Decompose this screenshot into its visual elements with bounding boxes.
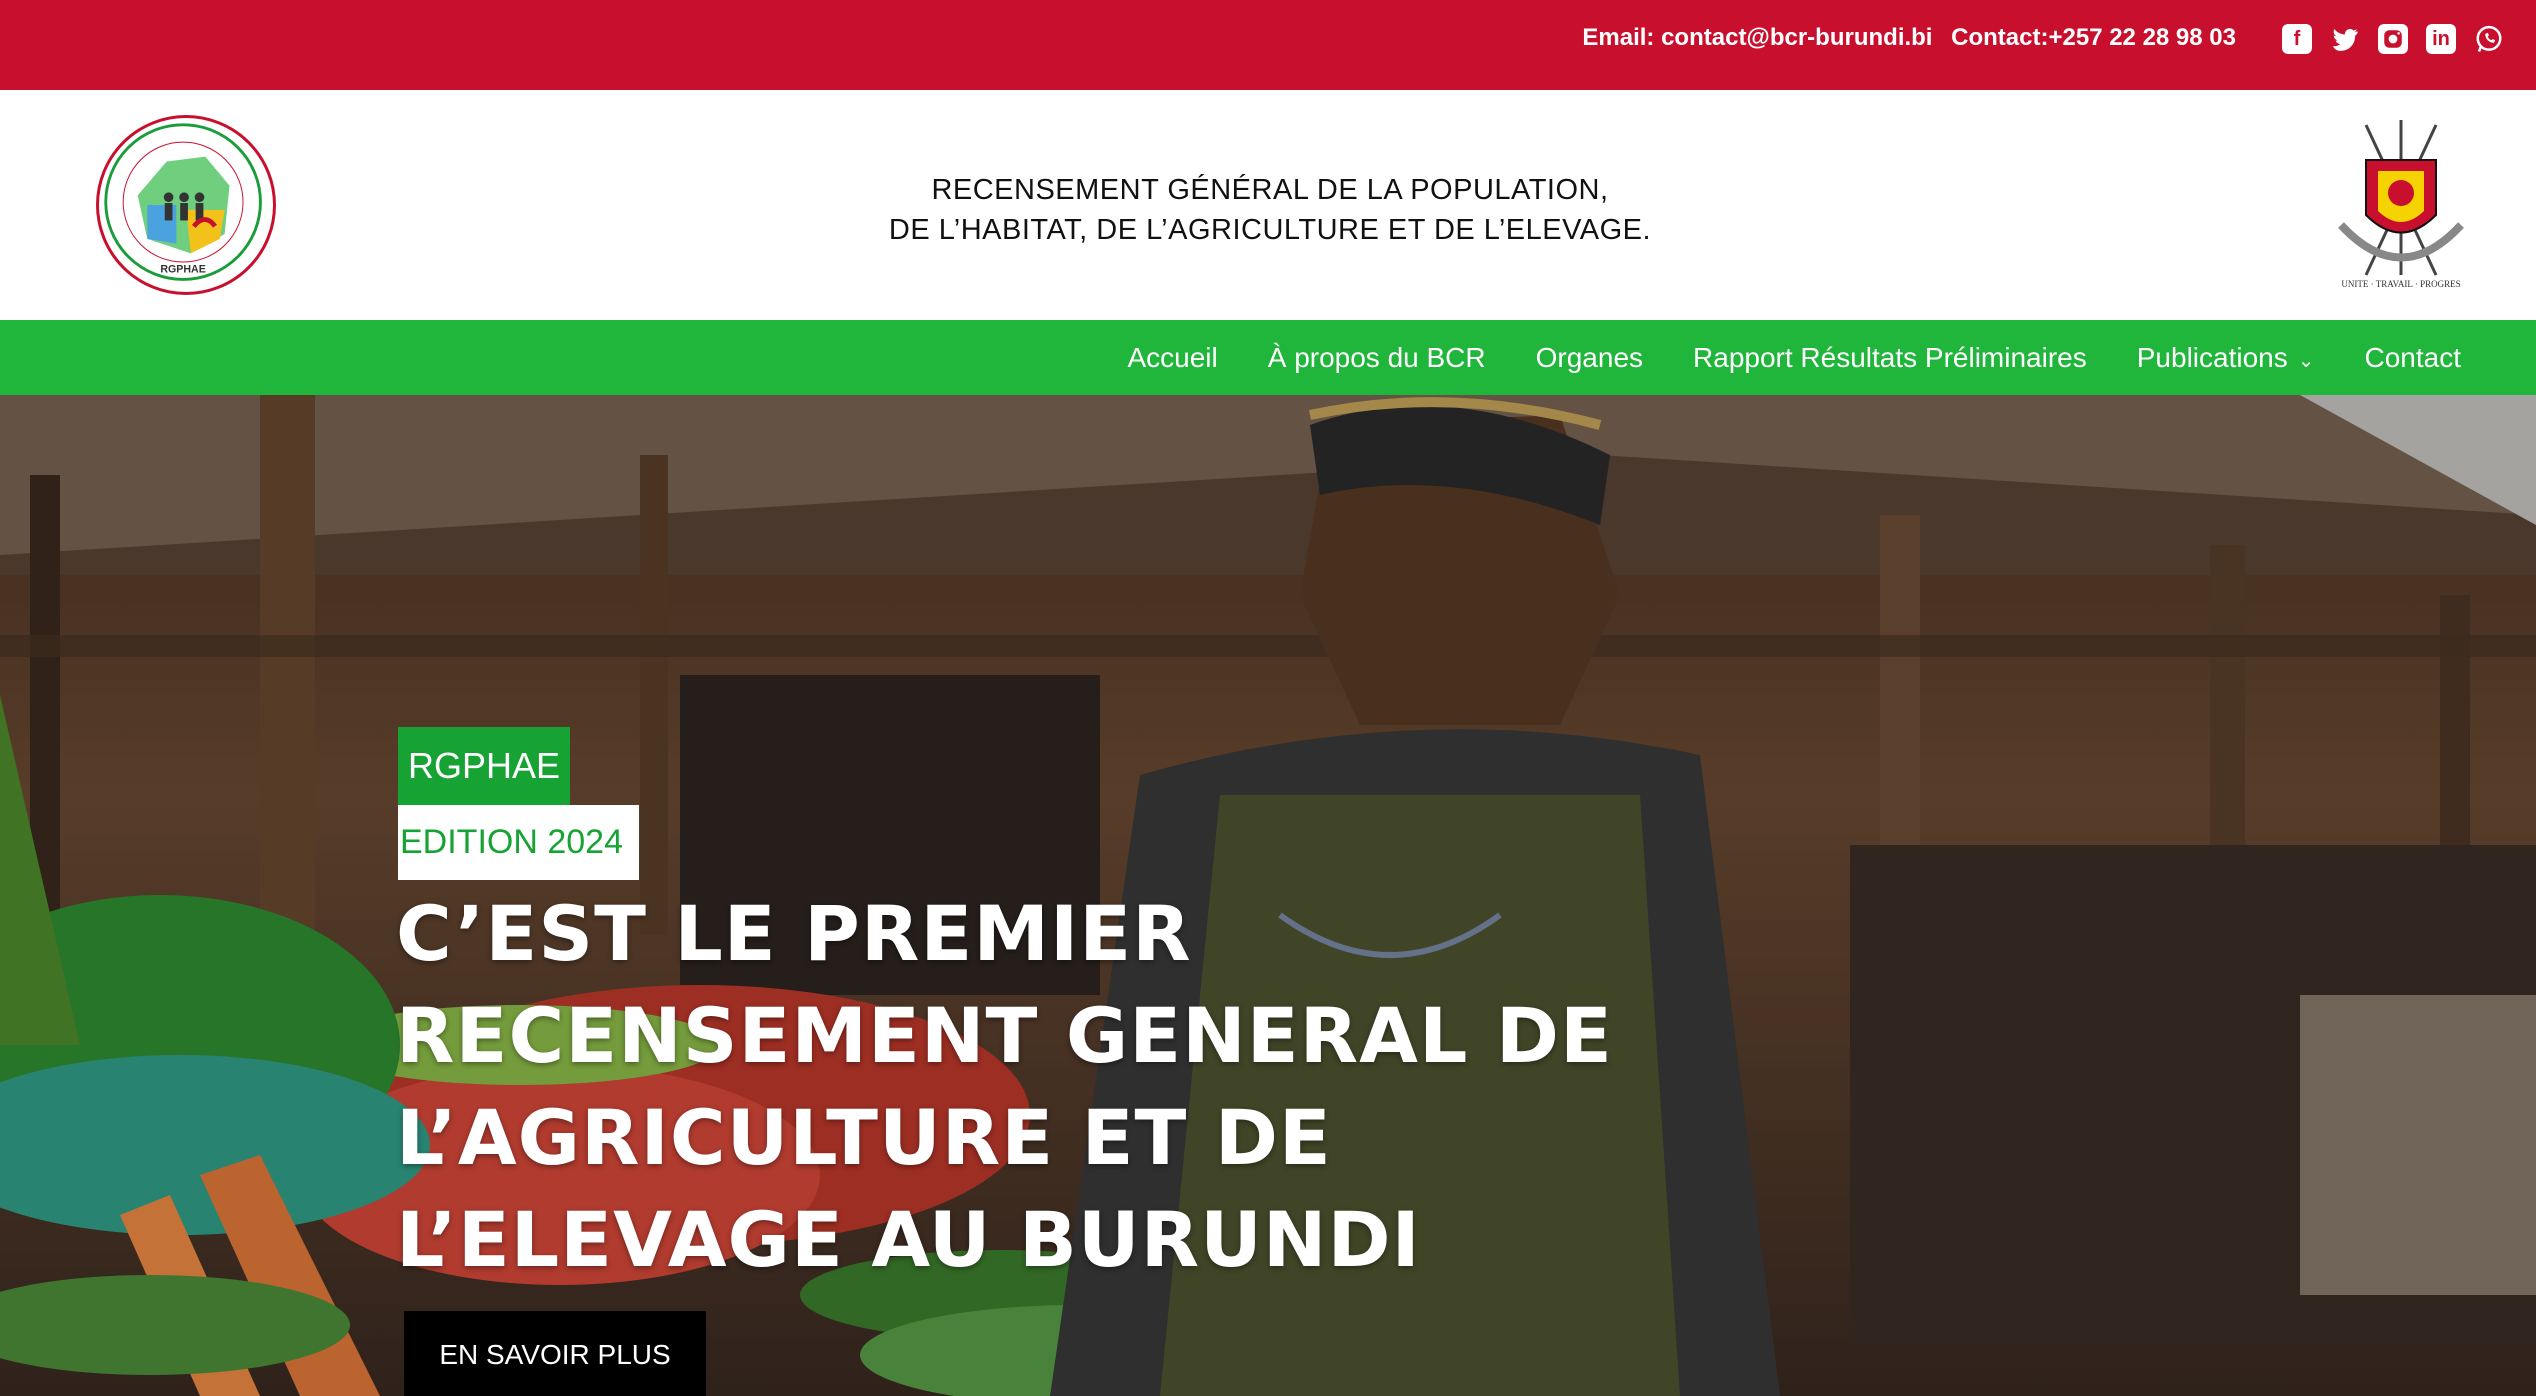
email-link[interactable]: Email: contact@bcr-burundi.bi xyxy=(1582,24,1932,51)
nav-item-publications-label: Publications xyxy=(2136,341,2288,373)
contact-info: Email: contact@bcr-burundi.bi Contact:+2… xyxy=(1570,24,2236,52)
linkedin-icon[interactable]: in xyxy=(2426,24,2456,54)
instagram-icon[interactable] xyxy=(2378,24,2408,54)
twitter-icon[interactable] xyxy=(2330,24,2360,54)
chevron-down-icon: ⌄ xyxy=(2297,349,2315,372)
hero-heading-line: C’EST LE PREMIER xyxy=(396,889,1192,978)
rgphae-logo[interactable]: RGPHAE xyxy=(96,115,276,295)
phone-link[interactable]: Contact:+257 22 28 98 03 xyxy=(1951,24,2236,51)
burundi-coat-of-arms[interactable]: UNITE · TRAVAIL · PROGRES xyxy=(2326,115,2476,295)
hero-heading: C’EST LE PREMIER RECENSEMENT GENERAL DE … xyxy=(396,883,1696,1291)
rgphae-badge: RGPHAE xyxy=(398,727,571,805)
motto-text: UNITE · TRAVAIL · PROGRES xyxy=(2341,279,2460,289)
hero-section: RGPHAE EDITION 2024 C’EST LE PREMIER REC… xyxy=(0,395,2536,1396)
hero-heading-line: RECENSEMENT GENERAL DE xyxy=(396,991,1613,1080)
facebook-icon[interactable]: f xyxy=(2282,24,2312,54)
title-line-2: DE L’HABITAT, DE L’AGRICULTURE ET DE L’E… xyxy=(888,214,1652,246)
hero-heading-line: L’ELEVAGE AU BURUNDI xyxy=(396,1195,1421,1284)
nav-item-publications[interactable]: Publications ⌄ xyxy=(2137,342,2315,374)
page-title: RECENSEMENT GÉNÉRAL DE LA POPULATION, DE… xyxy=(800,170,1740,250)
nav-item-contact[interactable]: Contact xyxy=(2365,342,2462,374)
edition-badge: EDITION 2024 xyxy=(398,805,639,880)
nav-item-rapport[interactable]: Rapport Résultats Préliminaires xyxy=(1693,342,2087,374)
en-savoir-plus-button[interactable]: EN SAVOIR PLUS xyxy=(404,1311,706,1396)
nav-item-a-propos[interactable]: À propos du BCR xyxy=(1268,342,1486,374)
whatsapp-icon[interactable] xyxy=(2474,24,2504,54)
main-nav: Accueil À propos du BCR Organes Rapport … xyxy=(0,320,2536,395)
hero-heading-line: L’AGRICULTURE ET DE xyxy=(396,1093,1332,1182)
nav-item-organes[interactable]: Organes xyxy=(1536,342,1643,374)
nav-item-accueil[interactable]: Accueil xyxy=(1127,342,1217,374)
top-bar: Email: contact@bcr-burundi.bi Contact:+2… xyxy=(0,0,2536,90)
site-header: RGPHAE RECENSEMENT GÉNÉRAL DE LA POPULAT… xyxy=(0,90,2536,320)
social-links: f in xyxy=(2282,24,2504,54)
title-line-1: RECENSEMENT GÉNÉRAL DE LA POPULATION, xyxy=(931,174,1609,206)
logo-text: RGPHAE xyxy=(160,264,205,276)
